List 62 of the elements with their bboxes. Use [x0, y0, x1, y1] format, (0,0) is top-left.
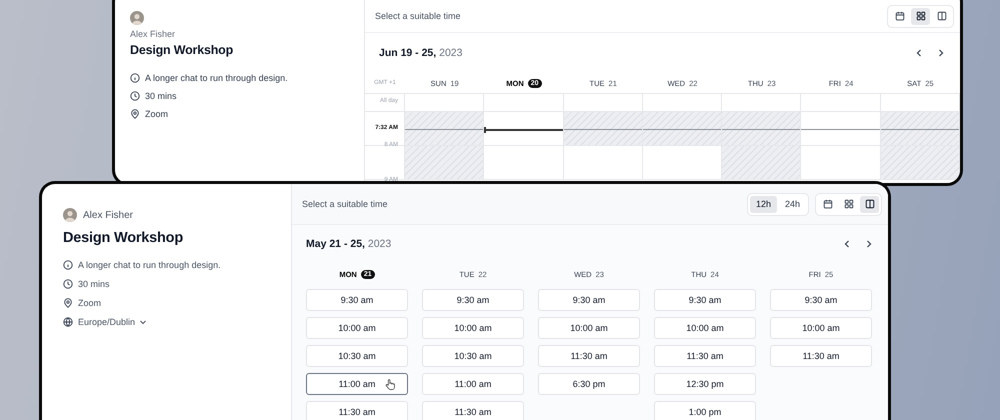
time-slot-button[interactable]: 1:00 pm — [654, 401, 756, 420]
time-slot-button[interactable]: 11:30 am — [306, 401, 408, 420]
prompt-text: Select a suitable time — [375, 11, 461, 21]
chevron-right-icon — [864, 239, 874, 249]
grid-icon — [844, 199, 854, 209]
date-range: May 21 - 25, 2023 — [306, 238, 392, 250]
time-slot-button[interactable]: 11:30 am — [770, 345, 872, 367]
chevron-left-icon — [914, 48, 924, 58]
time-slot-button[interactable]: 10:00 am — [306, 317, 408, 339]
info-icon — [130, 73, 140, 83]
avatar — [130, 11, 144, 25]
event-detail: Zoom — [145, 109, 168, 119]
time-slot-button[interactable]: 11:00 am — [422, 373, 524, 395]
time-slot-button[interactable]: 6:30 pm — [538, 373, 640, 395]
event-detail: 30 mins — [145, 91, 177, 101]
columns-icon — [864, 199, 874, 209]
clock-icon — [130, 91, 140, 101]
event-detail: 30 mins — [78, 279, 110, 289]
clock-icon — [63, 279, 73, 289]
time-slot-button[interactable]: 11:30 am — [538, 345, 640, 367]
event-detail: A longer chat to run through design. — [78, 260, 221, 270]
time-slot-button[interactable]: 9:30 am — [770, 289, 872, 311]
time-slot-button[interactable]: 10:30 am — [306, 345, 408, 367]
globe-icon — [63, 317, 73, 327]
date-range: Jun 19 - 25, 2023 — [379, 47, 462, 59]
view-toggle[interactable] — [911, 8, 930, 24]
event-detail: Zoom — [78, 298, 102, 308]
host-name: Alex Fisher — [130, 29, 176, 39]
time-slot-button[interactable]: 11:00 am — [306, 373, 408, 395]
map-pin-icon — [63, 298, 73, 308]
time-format-toggle[interactable]: 12h — [750, 196, 777, 212]
time-slot-button[interactable]: 9:30 am — [538, 289, 640, 311]
avatar — [63, 208, 77, 222]
grid-icon — [916, 11, 926, 21]
time-format-toggle[interactable]: 24h — [778, 196, 806, 212]
calendar-icon — [894, 11, 904, 21]
view-toggle[interactable] — [860, 196, 879, 212]
time-slot-button[interactable]: 11:30 am — [422, 401, 524, 420]
time-slot-button[interactable]: 10:00 am — [654, 317, 756, 339]
event-title: Design Workshop — [63, 230, 184, 246]
time-slot-button[interactable]: 9:30 am — [654, 289, 756, 311]
map-pin-icon — [130, 109, 140, 119]
time-slot-button[interactable]: 10:00 am — [422, 317, 524, 339]
chevron-left-icon — [842, 239, 852, 249]
event-title: Design Workshop — [130, 43, 234, 57]
timezone-dropdown[interactable]: Europe/Dublin — [78, 317, 148, 327]
host-name: Alex Fisher — [83, 210, 134, 220]
chevron-right-icon — [936, 48, 946, 58]
time-slot-button[interactable]: 10:30 am — [422, 345, 524, 367]
chevron-down-icon — [139, 318, 148, 326]
event-detail: A longer chat to run through design. — [145, 73, 288, 83]
time-slot-button[interactable]: 11:30 am — [654, 345, 756, 367]
time-slot-button[interactable]: 10:00 am — [538, 317, 640, 339]
time-slot-button[interactable]: 12:30 pm — [654, 373, 756, 395]
prompt-text: Select a suitable time — [302, 199, 388, 209]
columns-icon — [936, 11, 946, 21]
time-slot-button[interactable]: 9:30 am — [306, 289, 408, 311]
time-slot-button[interactable]: 10:00 am — [770, 317, 872, 339]
calendar-icon — [822, 199, 832, 209]
hand-cursor-icon — [385, 379, 395, 390]
info-icon — [63, 260, 73, 270]
time-slot-button[interactable]: 9:30 am — [422, 289, 524, 311]
